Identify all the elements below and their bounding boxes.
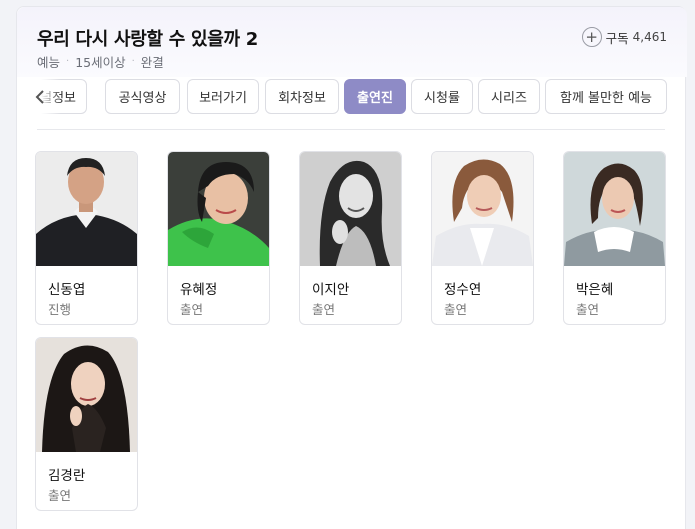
cast-photo [36,338,137,452]
cast-card[interactable]: 박은혜 출연 [563,151,666,325]
show-rating: 15세이상 [75,55,126,70]
subscriber-count: 4,461 [632,30,667,44]
tab-cast[interactable]: 출연진 [344,79,406,114]
cast-name: 김경란 [48,468,86,484]
cast-photo [432,152,533,266]
cast-card[interactable]: 유혜정 출연 [167,151,270,325]
cast-card[interactable]: 김경란 출연 [35,337,138,511]
cast-role: 출연 [444,302,468,317]
meta-separator: · [131,56,135,67]
cast-card[interactable]: 이지안 출연 [299,151,402,325]
cast-card[interactable]: 신동엽 진행 [35,151,138,325]
cast-name: 이지안 [312,282,350,298]
cast-role: 출연 [180,302,204,317]
show-header: 우리 다시 사랑할 수 있을까 2 예능 · 15세이상 · 완결 + 구독 4… [17,7,687,77]
tab-ratings[interactable]: 시청률 [411,79,473,114]
show-status: 완결 [140,55,164,70]
show-info-card: 우리 다시 사랑할 수 있을까 2 예능 · 15세이상 · 완결 + 구독 4… [16,6,687,529]
cast-photo [564,152,665,266]
tab-recommended[interactable]: 함께 볼만한 예능 [545,79,667,114]
show-title: 우리 다시 사랑할 수 있을까 2 [37,29,258,50]
cast-photo [300,152,401,266]
cast-role: 출연 [576,302,600,317]
divider [37,129,665,130]
cast-role: 출연 [312,302,336,317]
cast-name: 박은혜 [576,282,614,298]
cast-card[interactable]: 정수연 출연 [431,151,534,325]
meta-separator: · [66,56,70,67]
cast-photo [168,152,269,266]
cast-name: 유혜정 [180,282,218,298]
show-genre: 예능 [37,55,61,70]
subscribe-button[interactable]: + 구독 4,461 [581,27,667,47]
cast-role: 진행 [48,302,72,317]
tab-series[interactable]: 시리즈 [478,79,540,114]
cast-name: 정수연 [444,282,482,298]
tab-watch[interactable]: 보러가기 [187,79,259,114]
cast-photo [36,152,137,266]
tab-episodes[interactable]: 회차정보 [265,79,339,114]
show-meta: 예능 · 15세이상 · 완결 [37,52,164,71]
tab-bar: 채널정보 공식영상 보러가기 회차정보 출연진 시청률 시리즈 함께 볼만한 예… [17,79,687,117]
chevron-left-icon[interactable] [31,87,49,107]
cast-name: 신동엽 [48,282,86,298]
plus-icon: + [581,27,602,47]
cast-role: 출연 [48,488,72,503]
tab-official-videos[interactable]: 공식영상 [105,79,180,114]
subscribe-label: 구독 [605,30,629,46]
